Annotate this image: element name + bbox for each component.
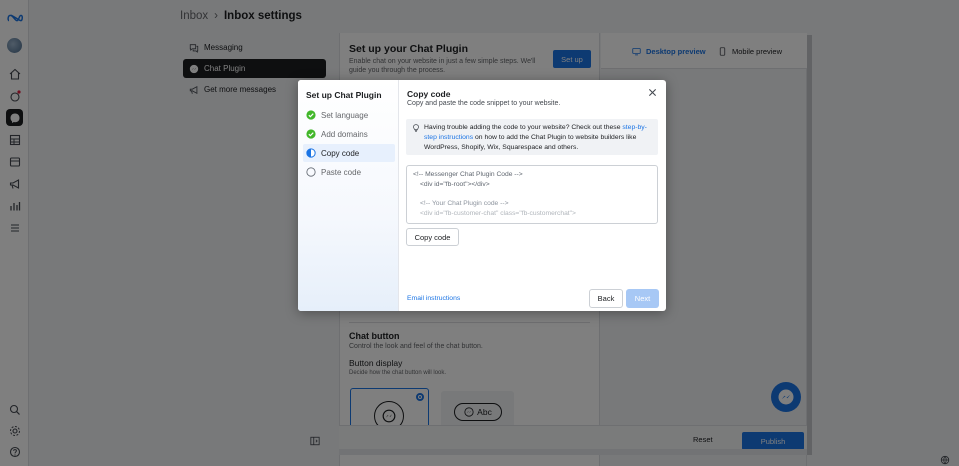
lightbulb-icon [413, 124, 419, 132]
code-line: <!-- Your Chat Plugin code --> [420, 200, 509, 207]
next-button[interactable]: Next [626, 289, 659, 308]
back-button[interactable]: Back [589, 289, 623, 308]
setup-chat-plugin-dialog: Set up Chat Plugin Set language Add doma… [298, 80, 666, 311]
code-line: <div id="fb-customer-chat" class="fb-cus… [420, 210, 576, 217]
setup-steps-sidebar: Set up Chat Plugin Set language Add doma… [298, 80, 399, 311]
check-circle-icon [306, 110, 316, 120]
steps-title: Set up Chat Plugin [306, 90, 382, 100]
code-line: <!-- Messenger Chat Plugin Code --> [413, 171, 523, 178]
step-copy-code[interactable]: Copy code [303, 144, 395, 162]
check-circle-icon [306, 129, 316, 139]
code-line: <div id="fb-root"></div> [420, 181, 490, 188]
code-snippet-box[interactable]: <!-- Messenger Chat Plugin Code --> <div… [406, 165, 658, 224]
copy-code-content: Copy code Copy and paste the code snippe… [399, 80, 666, 311]
step-label: Paste code [321, 167, 362, 177]
step-add-domains[interactable]: Add domains [303, 125, 395, 143]
step-label: Add domains [321, 129, 368, 139]
step-paste-code[interactable]: Paste code [303, 163, 395, 181]
half-circle-progress-icon [306, 148, 316, 158]
empty-circle-icon [306, 167, 316, 177]
email-instructions-link[interactable]: Email instructions [407, 295, 460, 302]
tip-text-intro: Having trouble adding the code to your w… [424, 124, 621, 131]
step-set-language[interactable]: Set language [303, 106, 395, 124]
step-label: Set language [321, 110, 369, 120]
close-icon[interactable] [648, 88, 657, 97]
help-tip: Having trouble adding the code to your w… [406, 119, 658, 155]
step-label: Copy code [321, 148, 360, 158]
help-tip-text: Having trouble adding the code to your w… [424, 123, 656, 153]
dialog-title: Copy code [407, 89, 451, 99]
dialog-subtitle: Copy and paste the code snippet to your … [407, 100, 561, 107]
copy-code-button[interactable]: Copy code [406, 228, 459, 246]
